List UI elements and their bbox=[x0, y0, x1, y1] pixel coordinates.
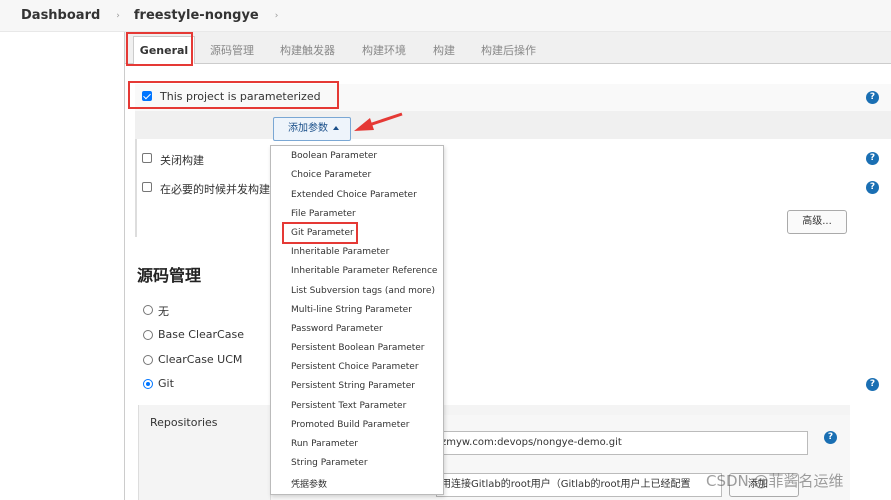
concurrent-build-checkbox[interactable] bbox=[142, 182, 152, 192]
parameterized-checkbox[interactable] bbox=[142, 91, 152, 101]
disable-build-checkbox[interactable] bbox=[142, 153, 152, 163]
watermark: CSDN @菲酱名运维 bbox=[706, 472, 844, 490]
repositories-label: Repositories bbox=[150, 416, 218, 429]
menu-item-credentials-parameter[interactable]: 凭据参数 bbox=[291, 477, 327, 490]
help-icon[interactable]: ? bbox=[824, 431, 837, 444]
menu-item-persistent-text-parameter[interactable]: Persistent Text Parameter bbox=[291, 401, 406, 411]
repository-url-input[interactable]: zmyw.com:devops/nongye-demo.git bbox=[436, 431, 808, 455]
menu-item-choice-parameter[interactable]: Choice Parameter bbox=[291, 170, 371, 180]
menu-item-inheritable-parameter[interactable]: Inheritable Parameter bbox=[291, 247, 389, 257]
parameterized-label: This project is parameterized bbox=[160, 90, 321, 103]
menu-item-persistent-choice-parameter[interactable]: Persistent Choice Parameter bbox=[291, 362, 419, 372]
advanced-button[interactable]: 高级... bbox=[787, 210, 847, 234]
menu-item-password-parameter[interactable]: Password Parameter bbox=[291, 324, 383, 334]
menu-item-run-parameter[interactable]: Run Parameter bbox=[291, 439, 358, 449]
menu-item-file-parameter[interactable]: File Parameter bbox=[291, 209, 356, 219]
menu-item-persistent-string-parameter[interactable]: Persistent String Parameter bbox=[291, 381, 415, 391]
add-parameter-row bbox=[135, 111, 891, 139]
menu-item-boolean-parameter[interactable]: Boolean Parameter bbox=[291, 151, 377, 161]
add-parameter-menu: Boolean Parameter Choice Parameter Exten… bbox=[270, 145, 444, 495]
menu-item-promoted-build-parameter[interactable]: Promoted Build Parameter bbox=[291, 420, 409, 430]
help-icon[interactable]: ? bbox=[866, 152, 879, 165]
menu-item-inheritable-parameter-reference[interactable]: Inheritable Parameter Reference bbox=[291, 266, 437, 276]
tab-scm[interactable]: 源码管理 bbox=[210, 38, 254, 64]
scm-radio-git[interactable] bbox=[143, 379, 153, 389]
disable-build-label: 关闭构建 bbox=[160, 154, 204, 167]
credentials-select[interactable]: 用连接Gitlab的root用户（Gitlab的root用户上已经配置 bbox=[436, 473, 722, 497]
scm-option-base-clearcase: Base ClearCase bbox=[158, 328, 244, 341]
scm-radio-none[interactable] bbox=[143, 305, 153, 315]
breadcrumb: Dashboard › freestyle-nongye › bbox=[0, 0, 891, 32]
menu-item-git-parameter[interactable]: Git Parameter bbox=[291, 228, 354, 238]
help-icon[interactable]: ? bbox=[866, 181, 879, 194]
breadcrumb-separator-icon: › bbox=[116, 10, 120, 21]
caret-up-icon bbox=[333, 126, 339, 130]
config-tabbar: General 源码管理 构建触发器 构建环境 构建 构建后操作 bbox=[125, 32, 891, 64]
scm-radio-clearcase-ucm[interactable] bbox=[143, 355, 153, 365]
tab-build-triggers[interactable]: 构建触发器 bbox=[280, 38, 335, 64]
concurrent-build-label: 在必要的时候并发构建 bbox=[160, 183, 270, 196]
breadcrumb-dashboard[interactable]: Dashboard bbox=[21, 8, 100, 23]
menu-item-list-subversion-tags[interactable]: List Subversion tags (and more) bbox=[291, 286, 435, 296]
tab-build[interactable]: 构建 bbox=[433, 38, 455, 64]
scm-option-none: 无 bbox=[158, 305, 169, 318]
breadcrumb-project[interactable]: freestyle-nongye bbox=[134, 8, 259, 23]
scm-radio-base-clearcase[interactable] bbox=[143, 330, 153, 340]
add-parameter-label: 添加参数 bbox=[288, 123, 328, 134]
help-icon[interactable]: ? bbox=[866, 378, 879, 391]
menu-item-persistent-boolean-parameter[interactable]: Persistent Boolean Parameter bbox=[291, 343, 425, 353]
tab-post-build[interactable]: 构建后操作 bbox=[481, 38, 536, 64]
general-section-guide bbox=[135, 139, 137, 237]
add-parameter-button[interactable]: 添加参数 bbox=[273, 117, 351, 141]
tab-build-environment[interactable]: 构建环境 bbox=[362, 38, 406, 64]
menu-item-extended-choice-parameter[interactable]: Extended Choice Parameter bbox=[291, 190, 417, 200]
scm-option-git: Git bbox=[158, 377, 174, 390]
menu-item-string-parameter[interactable]: String Parameter bbox=[291, 458, 368, 468]
help-icon[interactable]: ? bbox=[866, 91, 879, 104]
annotation-arrow-icon bbox=[354, 112, 403, 131]
scm-section-title: 源码管理 bbox=[137, 266, 202, 285]
breadcrumb-separator-icon: › bbox=[274, 10, 279, 21]
scm-option-clearcase-ucm: ClearCase UCM bbox=[158, 353, 243, 366]
menu-item-multiline-string-parameter[interactable]: Multi-line String Parameter bbox=[291, 305, 412, 315]
tab-general[interactable]: General bbox=[133, 36, 195, 64]
